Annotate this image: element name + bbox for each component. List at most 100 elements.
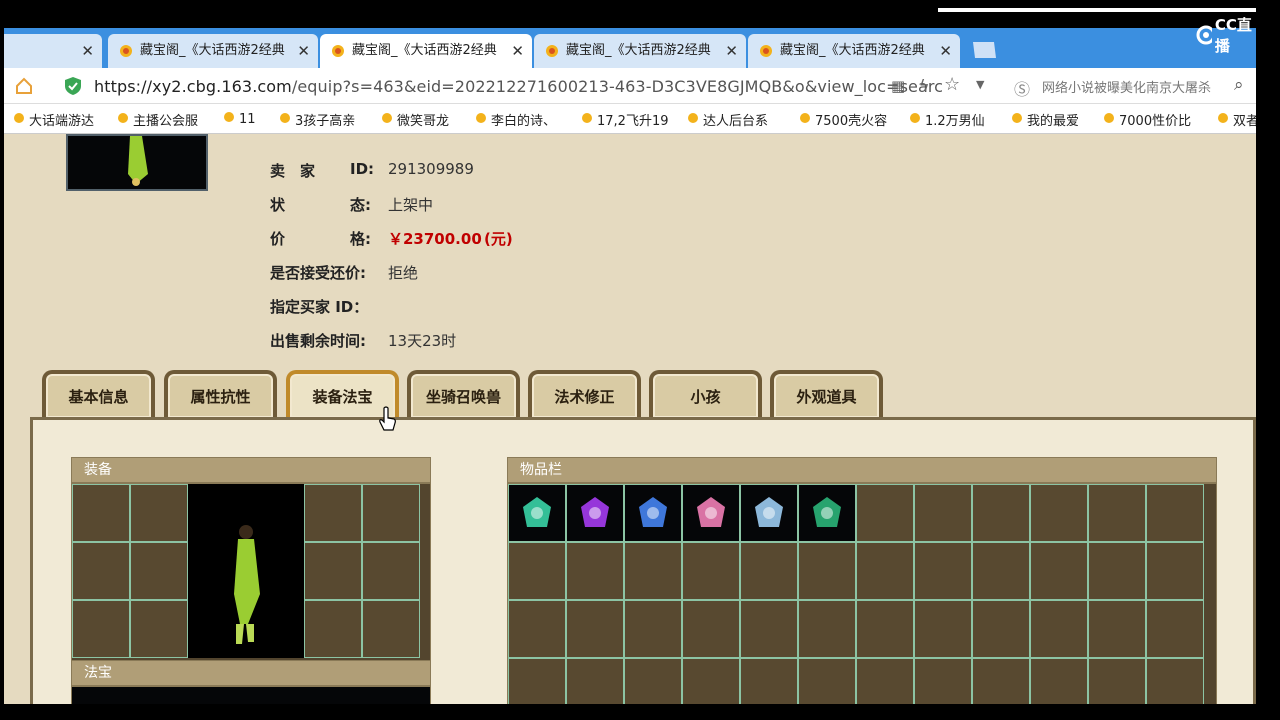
inventory-slot[interactable]	[740, 542, 798, 600]
close-tab-icon[interactable]: ✕	[297, 34, 310, 68]
bookmark-item[interactable]: 双者	[1216, 110, 1256, 129]
inventory-slot[interactable]	[682, 484, 740, 542]
inventory-slot[interactable]	[914, 484, 972, 542]
inventory-slot[interactable]	[566, 484, 624, 542]
bookmark-item[interactable]: 李白的诗、	[474, 110, 556, 129]
bookmark-item[interactable]: 7000性价比	[1102, 110, 1191, 129]
inventory-slot[interactable]	[624, 484, 682, 542]
inventory-slot[interactable]	[798, 658, 856, 704]
bookmark-item[interactable]: 7500壳火容	[798, 110, 887, 129]
equipment-slot[interactable]	[304, 600, 362, 658]
equipment-slot[interactable]	[304, 484, 362, 542]
equipment-slot[interactable]	[362, 542, 420, 600]
search-input[interactable]: 网络小说被曝美化南京大屠杀	[1042, 77, 1256, 96]
equipment-slot[interactable]	[72, 600, 130, 658]
inventory-slot[interactable]	[856, 658, 914, 704]
close-tab-icon[interactable]: ✕	[725, 34, 738, 68]
inventory-slot[interactable]	[508, 658, 566, 704]
inventory-slot[interactable]	[1146, 658, 1204, 704]
inventory-slot[interactable]	[682, 658, 740, 704]
inventory-slot[interactable]	[1088, 600, 1146, 658]
inventory-slot[interactable]	[972, 484, 1030, 542]
browser-tab[interactable]: 藏宝阁_《大话西游2经典 ✕	[534, 34, 746, 68]
home-icon[interactable]	[14, 76, 34, 100]
inventory-slot[interactable]	[1088, 542, 1146, 600]
equipment-slot[interactable]	[130, 542, 188, 600]
inventory-slot[interactable]	[566, 658, 624, 704]
inventory-slot[interactable]	[798, 600, 856, 658]
browser-tab-active[interactable]: 藏宝阁_《大话西游2经典 ✕	[320, 34, 532, 68]
inventory-slot[interactable]	[972, 542, 1030, 600]
bookmark-item[interactable]: 达人后台系	[686, 110, 768, 129]
inventory-slot[interactable]	[740, 600, 798, 658]
inventory-slot[interactable]	[624, 542, 682, 600]
game-tab[interactable]: 外观道具	[770, 370, 883, 418]
bookmark-item[interactable]: 我的最爱	[1010, 110, 1079, 129]
equipment-slot[interactable]	[130, 600, 188, 658]
inventory-slot[interactable]	[682, 600, 740, 658]
game-tab[interactable]: 坐骑召唤兽	[407, 370, 520, 418]
browser-tab[interactable]: 藏宝阁_《大话西游2经典 ✕	[108, 34, 318, 68]
inventory-slot[interactable]	[1030, 600, 1088, 658]
inventory-slot[interactable]	[508, 542, 566, 600]
inventory-slot[interactable]	[624, 658, 682, 704]
equipment-slot[interactable]	[72, 484, 130, 542]
close-tab-icon[interactable]: ✕	[939, 34, 952, 68]
game-tab[interactable]: 基本信息	[42, 370, 155, 418]
inventory-slot[interactable]	[1088, 484, 1146, 542]
inventory-slot[interactable]	[856, 542, 914, 600]
game-tab[interactable]: 法术修正	[528, 370, 641, 418]
browser-tab[interactable]: 藏宝阁_《大话西游2经典 ✕	[748, 34, 960, 68]
bookmark-item[interactable]: 微笑哥龙	[380, 110, 449, 129]
equipment-slot[interactable]	[362, 600, 420, 658]
bookmark-item[interactable]: 17,2飞升19	[580, 110, 669, 129]
browser-tab-prev[interactable]: ✕	[4, 34, 102, 68]
inventory-slot[interactable]	[624, 600, 682, 658]
star-icon[interactable]: ☆	[944, 74, 960, 95]
inventory-slot[interactable]	[566, 600, 624, 658]
new-tab-button[interactable]	[970, 40, 998, 60]
inventory-slot[interactable]	[914, 600, 972, 658]
close-tab-icon[interactable]: ✕	[511, 34, 524, 68]
bookmark-item[interactable]: 主播公会服	[116, 110, 198, 129]
inventory-slot[interactable]	[914, 542, 972, 600]
inventory-slot[interactable]	[508, 600, 566, 658]
inventory-slot[interactable]	[1030, 484, 1088, 542]
close-tab-icon[interactable]: ✕	[81, 34, 94, 68]
inventory-slot[interactable]	[914, 658, 972, 704]
game-tab[interactable]: 属性抗性	[164, 370, 277, 418]
bookmark-item[interactable]: 3孩子高亲	[278, 110, 355, 129]
search-engine-icon[interactable]: Ⓢ	[1014, 76, 1030, 100]
url-field[interactable]: https://xy2.cbg.163.com/equip?s=463&eid=…	[94, 77, 943, 96]
search-icon[interactable]: ⌕	[1234, 75, 1244, 95]
inventory-slot[interactable]	[1030, 542, 1088, 600]
inventory-slot[interactable]	[508, 484, 566, 542]
inventory-slot[interactable]	[972, 658, 1030, 704]
lightning-icon[interactable]: ϟ	[919, 76, 930, 95]
equipment-slot[interactable]	[304, 542, 362, 600]
bookmark-item[interactable]: 大话端游达	[12, 110, 94, 129]
bookmark-item[interactable]: 11	[222, 110, 256, 128]
inventory-slot[interactable]	[1146, 542, 1204, 600]
inventory-slot[interactable]	[798, 542, 856, 600]
inventory-slot[interactable]	[1146, 600, 1204, 658]
equipment-slot[interactable]	[362, 484, 420, 542]
inventory-slot[interactable]	[1030, 658, 1088, 704]
inventory-slot[interactable]	[798, 484, 856, 542]
qr-code-icon[interactable]: ▦	[891, 77, 905, 95]
inventory-slot[interactable]	[740, 484, 798, 542]
equipment-slot[interactable]	[72, 542, 130, 600]
inventory-slot[interactable]	[566, 542, 624, 600]
shield-icon[interactable]	[64, 76, 82, 100]
inventory-slot[interactable]	[1146, 484, 1204, 542]
chevron-down-icon[interactable]: ▼	[976, 78, 984, 91]
equipment-slot[interactable]	[130, 484, 188, 542]
inventory-slot[interactable]	[856, 600, 914, 658]
inventory-slot[interactable]	[1088, 658, 1146, 704]
inventory-slot[interactable]	[972, 600, 1030, 658]
inventory-slot[interactable]	[856, 484, 914, 542]
inventory-slot[interactable]	[682, 542, 740, 600]
inventory-slot[interactable]	[740, 658, 798, 704]
game-tab[interactable]: 小孩	[649, 370, 762, 418]
bookmark-item[interactable]: 1.2万男仙	[908, 110, 985, 129]
